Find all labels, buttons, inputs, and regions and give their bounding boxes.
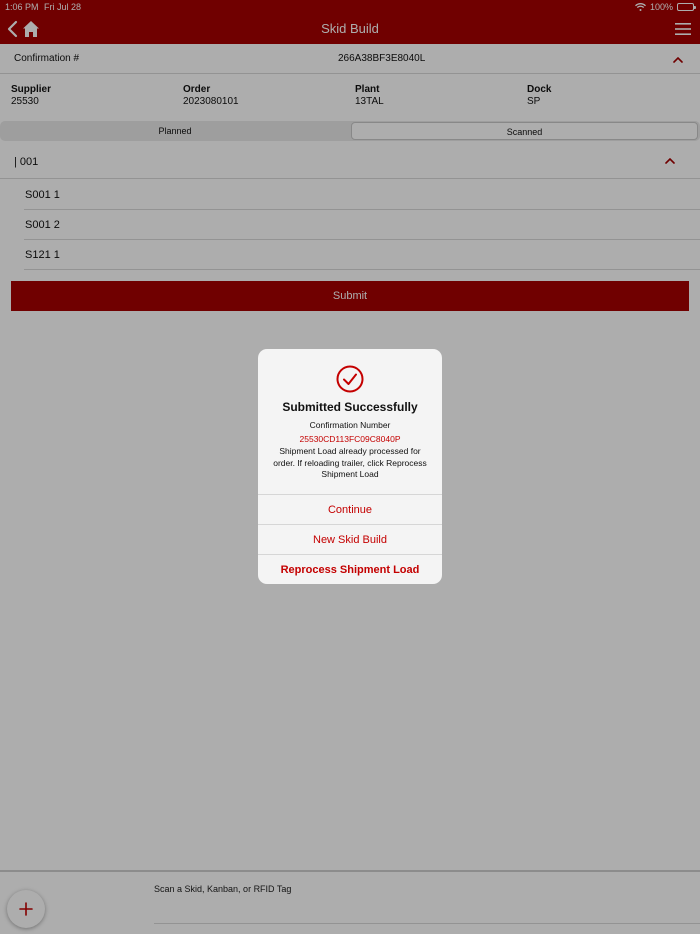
dialog-title: Submitted Successfully	[282, 400, 418, 414]
dialog-subtitle: Confirmation Number	[309, 420, 391, 430]
reprocess-shipment-load-button[interactable]: Reprocess Shipment Load	[258, 554, 442, 584]
check-circle-icon	[336, 365, 364, 393]
new-skid-build-button[interactable]: New Skid Build	[258, 524, 442, 554]
dialog-message: Shipment Load already processed for orde…	[273, 446, 427, 479]
continue-button[interactable]: Continue	[258, 494, 442, 524]
confirmation-number: 25530CD113FC09C8040P	[299, 434, 401, 444]
success-dialog: Submitted Successfully Confirmation Numb…	[258, 349, 442, 584]
